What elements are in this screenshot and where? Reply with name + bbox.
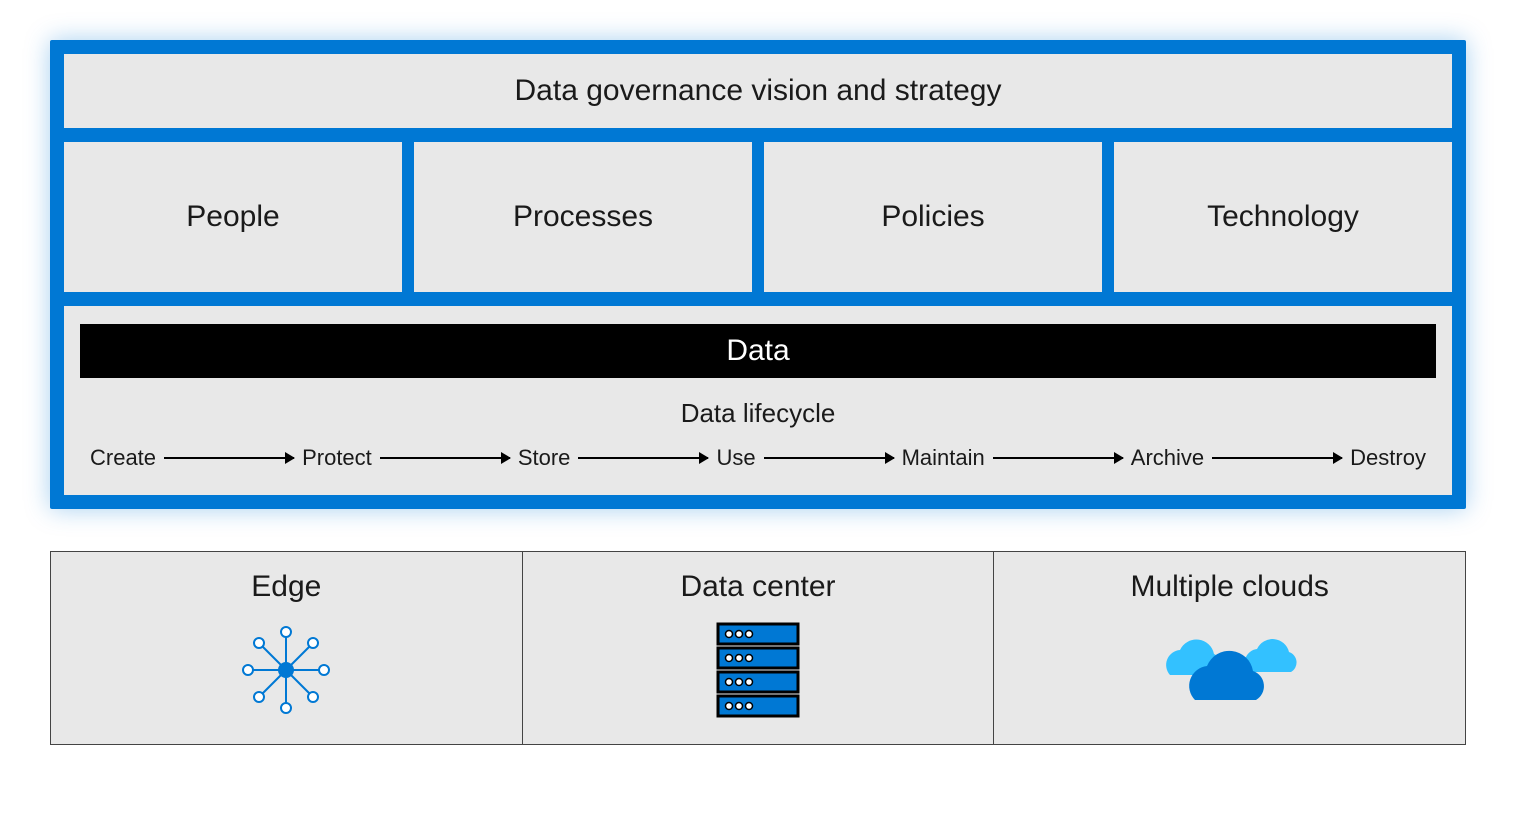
arrow-icon — [156, 457, 302, 459]
lifecycle-row: Create Protect Store Use Maintain Archiv… — [80, 445, 1436, 471]
vision-label: Data governance vision and strategy — [515, 74, 1002, 107]
lifecycle-step-destroy: Destroy — [1350, 445, 1426, 471]
pillar-label: Policies — [881, 200, 984, 233]
pillar-technology: Technology — [1114, 142, 1452, 292]
governance-framework: Data governance vision and strategy Peop… — [50, 40, 1466, 509]
environment-edge: Edge — [51, 552, 522, 744]
pillar-processes: Processes — [414, 142, 752, 292]
pillar-label: Technology — [1207, 200, 1359, 233]
arrow-icon — [985, 457, 1131, 459]
arrow-icon — [372, 457, 518, 459]
environment-data-center: Data center — [522, 552, 994, 744]
server-rack-icon — [533, 620, 984, 720]
data-section: Data Data lifecycle Create Protect Store… — [64, 306, 1452, 495]
environment-label: Data center — [533, 570, 984, 604]
pillar-label: Processes — [513, 200, 653, 233]
environments-row: Edge — [50, 551, 1466, 745]
lifecycle-title: Data lifecycle — [80, 398, 1436, 429]
environment-label: Multiple clouds — [1004, 570, 1455, 604]
pillar-people: People — [64, 142, 402, 292]
vision-strategy-bar: Data governance vision and strategy — [64, 54, 1452, 128]
pillar-label: People — [186, 200, 279, 233]
lifecycle-step-protect: Protect — [302, 445, 372, 471]
environment-multiple-clouds: Multiple clouds — [993, 552, 1465, 744]
clouds-icon — [1004, 620, 1455, 720]
lifecycle-step-maintain: Maintain — [902, 445, 985, 471]
lifecycle-step-use: Use — [716, 445, 755, 471]
pillar-policies: Policies — [764, 142, 1102, 292]
data-band-label: Data — [726, 334, 789, 367]
arrow-icon — [756, 457, 902, 459]
lifecycle-step-store: Store — [518, 445, 571, 471]
arrow-icon — [1204, 457, 1350, 459]
arrow-icon — [570, 457, 716, 459]
environment-label: Edge — [61, 570, 512, 604]
lifecycle-step-archive: Archive — [1131, 445, 1204, 471]
edge-network-icon — [61, 620, 512, 720]
data-band: Data — [80, 324, 1436, 378]
lifecycle-step-create: Create — [90, 445, 156, 471]
pillars-row: People Processes Policies Technology — [64, 142, 1452, 292]
